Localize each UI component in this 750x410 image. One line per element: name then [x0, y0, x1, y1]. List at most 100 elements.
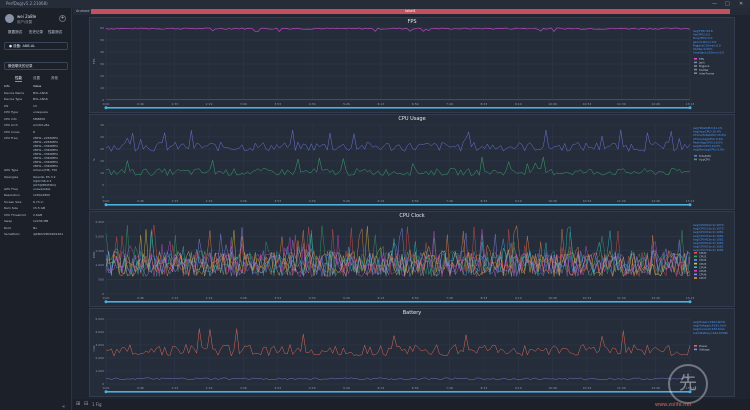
tab-performance[interactable]: 性能 [15, 76, 22, 82]
scroll-handle-left[interactable] [104, 390, 108, 394]
tab-data-test[interactable]: 数据测试 [8, 30, 22, 35]
layout-icon[interactable]: ⊟ [84, 401, 88, 407]
info-key: GPU Type [4, 168, 19, 172]
scroll-handle-left[interactable] [104, 106, 108, 110]
tab-other[interactable]: 其他 [51, 76, 58, 81]
maximize-button[interactable]: □ [725, 0, 730, 8]
x-tick-label: 5:26 [343, 199, 350, 203]
app-cpu-series-line [105, 156, 691, 177]
legend-swatch[interactable] [694, 255, 697, 258]
minimize-button[interactable]: — [712, 0, 717, 8]
legend-swatch[interactable] [694, 58, 697, 60]
x-tick-label: 4:39 [309, 102, 316, 106]
legend-swatch[interactable] [694, 262, 697, 265]
legend-swatch[interactable] [694, 277, 697, 279]
main-area: Android label1 FPS 0 10 20 30 40 50 60 FPS 0:00 0… [73, 8, 750, 410]
info-value: Adreno(TM) 750 [33, 168, 58, 172]
legend-swatch[interactable] [694, 158, 697, 161]
y-tick-label: 1,500 [95, 249, 104, 253]
x-tick-label: 6:13 [377, 199, 384, 203]
y-tick-label: 10 [100, 171, 104, 175]
legend-swatch[interactable] [694, 252, 697, 254]
legend-swatch[interactable] [694, 270, 697, 272]
legend-label[interactable]: AppCPU [699, 158, 710, 162]
cpu-clock-chart[interactable]: 05001,0001,5002,0002,500MHz0:00 0:46 1:33 2… [90, 212, 736, 308]
y-tick-label: 25 [100, 135, 104, 139]
window-title: PerfDog(v5.2.21068) [6, 1, 48, 6]
device-select[interactable]: ● 设备: ANE-AL [4, 42, 68, 50]
legend-swatch[interactable] [694, 259, 697, 261]
info-value: 2.6GB [33, 212, 43, 217]
close-button[interactable]: ✕ [739, 0, 743, 8]
legend-swatch[interactable] [694, 72, 697, 74]
battery-chart[interactable]: 01,0002,0003,0004,0005,000mW0:00 0:46 1:33… [90, 309, 736, 398]
info-value: OpenGL ES 3.2 V@0746.0.3 (GIT@88dfd6d) [33, 174, 56, 187]
legend-swatch[interactable] [694, 345, 697, 347]
fps-chart[interactable]: 0102030405060FPS0:00 0:46 1:33 2:19 3:06 3:53… [90, 18, 736, 114]
time-scrollbar[interactable] [106, 391, 690, 393]
y-tick-label: 1,000 [95, 369, 104, 373]
tab-history[interactable]: 历史记录 [29, 30, 43, 35]
watermark-text: www.zolife.net [655, 402, 692, 408]
x-tick-label: 3:53 [274, 296, 281, 300]
time-scrollbar[interactable] [106, 204, 690, 206]
avatar[interactable] [5, 14, 14, 23]
info-key: CPU Type [4, 110, 18, 114]
info-key: CPU Cores [4, 129, 20, 134]
y-axis-label: % [92, 158, 96, 161]
cpu-usage-chart[interactable]: 051015202530%0:00 0:46 1:33 2:19 3:06 3:53 4:3… [90, 115, 736, 211]
x-tick-label: 13:13 [686, 199, 695, 203]
info-key: Swap [4, 219, 13, 223]
x-tick-label: 8:33 [481, 199, 488, 203]
x-tick-label: 12:26 [651, 386, 660, 390]
stat-text: Sum(Battery):444.6mWh [693, 331, 728, 335]
tab-settings[interactable]: 设置 [33, 76, 40, 81]
scroll-handle-left[interactable] [104, 203, 108, 207]
scroll-handle-right[interactable] [688, 106, 692, 110]
legend-swatch[interactable] [694, 273, 697, 276]
grid-icon[interactable]: ⊞ [76, 401, 80, 407]
time-scrollbar[interactable] [106, 301, 690, 303]
title-bar: PerfDog(v5.2.21068) — □ ✕ [0, 0, 750, 8]
scroll-handle-right[interactable] [688, 300, 692, 304]
scroll-handle-left[interactable] [104, 300, 108, 304]
legend-swatch[interactable] [694, 65, 697, 67]
legend-swatch[interactable] [694, 61, 697, 64]
x-tick-label: 5:26 [343, 296, 350, 300]
x-tick-label: 10:53 [583, 102, 592, 106]
total-cpu-series-line [105, 129, 691, 153]
info-key: CPU Threshold [4, 212, 26, 217]
info-key: Root [4, 225, 11, 230]
info-key: CPU Freq [4, 136, 18, 140]
bottom-toolbar: ⊞ ⊟ 1 Fig [73, 399, 750, 410]
fig-label[interactable]: 1 Fig [92, 402, 101, 407]
info-key: OS [4, 103, 9, 108]
x-tick-label: 4:39 [309, 386, 316, 390]
app-select[interactable]: 微信聊天的记录 [4, 62, 68, 70]
legend-swatch[interactable] [694, 266, 697, 268]
user-subtitle[interactable]: 用户/设置 [17, 20, 32, 25]
x-tick-label: 0:00 [103, 296, 110, 300]
legend-swatch[interactable] [694, 68, 697, 71]
platform-label: Android [76, 9, 90, 13]
info-value: arm64-v8a [33, 123, 50, 127]
scroll-handle-right[interactable] [688, 203, 692, 207]
time-scrollbar[interactable] [106, 107, 690, 109]
legend-label[interactable]: InterFrame [699, 71, 715, 75]
legend-label[interactable]: Voltage [699, 348, 710, 352]
cpu-clock-panel: CPU Clock 0 500 1,000 1,500 2,000 2,500 MHz 0:0… [89, 211, 735, 307]
x-tick-label: 2:19 [206, 199, 213, 203]
x-tick-label: 0:46 [137, 102, 144, 106]
x-tick-label: 3:53 [274, 199, 281, 203]
info-value: 4J0NX22B29001461 [33, 232, 64, 236]
x-tick-label: 10:53 [583, 296, 592, 300]
legend-label[interactable]: CPU7 [699, 276, 707, 280]
collapse-icon[interactable]: « [62, 404, 65, 410]
x-tick-label: 8:33 [481, 386, 488, 390]
label-banner[interactable]: label1 [91, 9, 730, 14]
add-icon[interactable]: + [59, 15, 66, 22]
info-key: CPU Arch [4, 123, 18, 127]
legend-swatch[interactable] [694, 348, 697, 351]
tab-perf-test[interactable]: 性能测试 [48, 30, 62, 35]
legend-swatch[interactable] [694, 155, 697, 157]
